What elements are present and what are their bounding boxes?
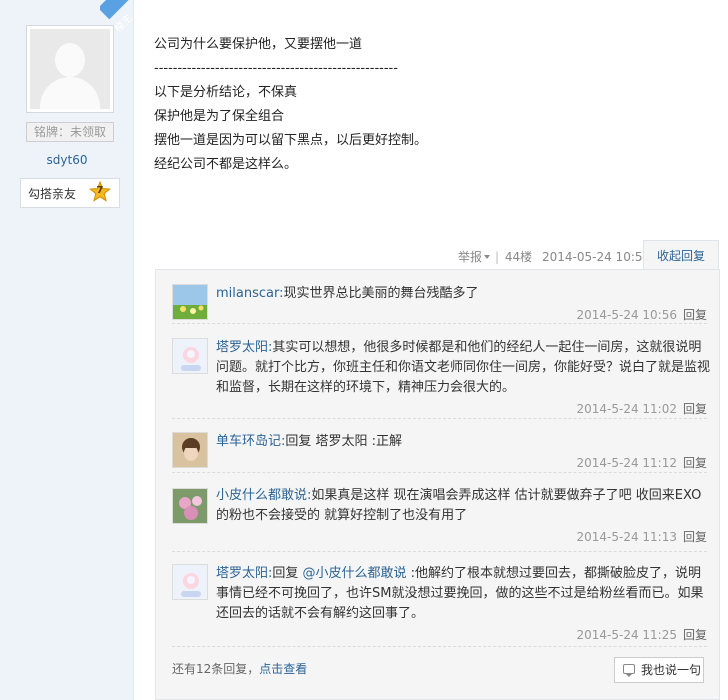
post-meta: 举报 | 44楼 2014-05-24 10:55: [458, 250, 651, 264]
username-link[interactable]: sdyt60: [0, 153, 134, 167]
more-replies: 还有12条回复，点击查看: [172, 660, 307, 677]
friend-label: 勾搭亲友: [28, 187, 77, 201]
avatar[interactable]: [26, 25, 114, 113]
divider: [172, 646, 707, 647]
reply-author[interactable]: 塔罗太阳:: [216, 340, 272, 355]
post-line: 保护他是为了保全组合: [154, 109, 285, 124]
post-line: 以下是分析结论，不保真: [154, 85, 298, 100]
reply-time: 2014-5-24 11:25: [576, 628, 677, 642]
reply-author[interactable]: 塔罗太阳:: [216, 566, 272, 581]
say-something-label: 我也说一句: [641, 663, 702, 677]
reply-text-prefix: 回复: [272, 566, 303, 581]
avatar[interactable]: [172, 564, 208, 600]
reply-button[interactable]: 回复: [683, 308, 707, 322]
divider: [172, 323, 707, 324]
reply-button[interactable]: 回复: [683, 456, 707, 470]
default-avatar-icon: [30, 29, 110, 109]
mention-link[interactable]: @小皮什么都敢说: [303, 566, 407, 581]
medal-badge[interactable]: 铭牌：未领取: [26, 122, 114, 142]
reply-author[interactable]: 单车环岛记:: [216, 434, 285, 449]
post-content: 公司为什么要保护他，又要摆他一道 -----------------------…: [154, 33, 714, 177]
avatar[interactable]: [172, 432, 208, 468]
reply-button[interactable]: 回复: [683, 628, 707, 642]
comment-icon: [623, 664, 635, 677]
reply-time: 2014-5-24 10:56: [576, 308, 677, 322]
divider: [172, 418, 707, 419]
reply-button[interactable]: 回复: [683, 402, 707, 416]
reply-time: 2014-5-24 11:12: [576, 456, 677, 470]
avatar[interactable]: [172, 338, 208, 374]
view-more-link[interactable]: 点击查看: [259, 662, 307, 676]
post-line: 经纪公司不都是这样么。: [154, 157, 298, 172]
post-line: 摆他一道是因为可以留下黑点，以后更好控制。: [154, 133, 428, 148]
reply-author[interactable]: 小皮什么都敢说:: [216, 488, 311, 503]
reply-list: milanscar:现实世界总比美丽的舞台残酷多了 2014-5-24 10:5…: [155, 269, 720, 700]
say-something-button[interactable]: 我也说一句: [614, 657, 704, 683]
divider: [172, 472, 707, 473]
post-line: 公司为什么要保护他，又要摆他一道: [154, 37, 363, 52]
collapse-replies-button[interactable]: 收起回复: [643, 240, 719, 270]
chevron-down-icon[interactable]: [484, 254, 491, 259]
divider: [172, 551, 707, 552]
reply-button[interactable]: 回复: [683, 530, 707, 544]
avatar[interactable]: [172, 284, 208, 320]
reply-text: 回复 塔罗太阳 :正解: [285, 434, 403, 449]
friend-level: 7: [96, 185, 104, 196]
friend-button[interactable]: 勾搭亲友 7: [20, 178, 120, 208]
post-timestamp: 2014-05-24 10:55: [542, 250, 651, 264]
post-divider-line: ----------------------------------------…: [154, 61, 398, 76]
avatar[interactable]: [172, 488, 208, 524]
report-link[interactable]: 举报: [458, 250, 482, 264]
more-replies-count: 还有12条回复，: [172, 662, 260, 676]
user-sidebar: 铭牌：未领取 sdyt60 勾搭亲友 7: [0, 0, 134, 700]
reply-author[interactable]: milanscar:: [216, 286, 283, 301]
op-ribbon: 楼主: [100, 0, 136, 36]
reply-time: 2014-5-24 11:13: [576, 530, 677, 544]
reply-time: 2014-5-24 11:02: [576, 402, 677, 416]
reply-text: 现实世界总比美丽的舞台残酷多了: [283, 286, 479, 301]
floor-number: 44楼: [504, 250, 533, 264]
level-star-icon: 7: [88, 180, 112, 203]
reply-text: 其实可以想想，他很多时候都是和他们的经纪人一起住一间房，这就很说明问题。就打个比…: [216, 340, 711, 395]
